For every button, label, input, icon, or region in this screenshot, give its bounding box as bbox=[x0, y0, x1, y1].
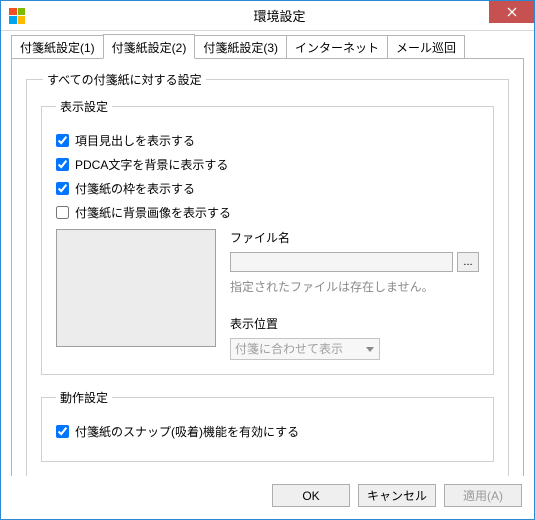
close-button[interactable] bbox=[489, 1, 534, 23]
check-show-heading-label: 項目見出しを表示する bbox=[75, 132, 195, 149]
tab-fusen-1[interactable]: 付箋紙設定(1) bbox=[11, 35, 104, 59]
check-bg-image-input[interactable] bbox=[56, 206, 69, 219]
check-pdca-bg[interactable]: PDCA文字を背景に表示する bbox=[56, 156, 479, 173]
ok-button[interactable]: OK bbox=[272, 484, 350, 507]
check-show-frame[interactable]: 付箋紙の枠を表示する bbox=[56, 180, 479, 197]
check-bg-image[interactable]: 付箋紙に背景画像を表示する bbox=[56, 204, 479, 221]
tab-mail[interactable]: メール巡回 bbox=[387, 35, 465, 59]
behavior-settings-title: 動作設定 bbox=[56, 389, 112, 406]
check-snap-label: 付箋紙のスナップ(吸着)機能を有効にする bbox=[75, 423, 299, 440]
check-snap-input[interactable] bbox=[56, 425, 69, 438]
position-label: 表示位置 bbox=[230, 315, 479, 332]
check-show-frame-label: 付箋紙の枠を表示する bbox=[75, 180, 195, 197]
tab-strip: 付箋紙設定(1) 付箋紙設定(2) 付箋紙設定(3) インターネット メール巡回 bbox=[11, 37, 524, 59]
browse-button[interactable]: ... bbox=[457, 252, 479, 272]
check-show-heading-input[interactable] bbox=[56, 134, 69, 147]
tab-internet[interactable]: インターネット bbox=[286, 35, 388, 59]
client-area: 付箋紙設定(1) 付箋紙設定(2) 付箋紙設定(3) インターネット メール巡回… bbox=[1, 31, 534, 476]
all-fusen-group-title: すべての付箋紙に対する設定 bbox=[43, 71, 206, 88]
file-name-input[interactable] bbox=[230, 252, 453, 272]
close-icon bbox=[507, 7, 517, 17]
tab-fusen-3[interactable]: 付箋紙設定(3) bbox=[194, 35, 287, 59]
apply-button[interactable]: 適用(A) bbox=[444, 484, 522, 507]
display-settings-group: 表示設定 項目見出しを表示する PDCA文字を背景に表示する 付箋紙の枠を表示す… bbox=[41, 98, 494, 375]
bg-image-preview bbox=[56, 229, 216, 347]
all-fusen-group: すべての付箋紙に対する設定 表示設定 項目見出しを表示する PDCA文字を背景に… bbox=[26, 71, 509, 476]
check-show-heading[interactable]: 項目見出しを表示する bbox=[56, 132, 479, 149]
file-name-label: ファイル名 bbox=[230, 229, 479, 246]
check-bg-image-label: 付箋紙に背景画像を表示する bbox=[75, 204, 231, 221]
bg-image-section: ファイル名 ... 指定されたファイルは存在しません。 表示位置 付箋に合わせて… bbox=[56, 229, 479, 360]
cancel-button[interactable]: キャンセル bbox=[358, 484, 436, 507]
file-hint: 指定されたファイルは存在しません。 bbox=[230, 278, 479, 295]
behavior-settings-group: 動作設定 付箋紙のスナップ(吸着)機能を有効にする bbox=[41, 389, 494, 462]
window-title: 環境設定 bbox=[25, 6, 534, 25]
bg-image-controls: ファイル名 ... 指定されたファイルは存在しません。 表示位置 付箋に合わせて… bbox=[230, 229, 479, 360]
position-select-wrap: 付箋に合わせて表示 bbox=[230, 338, 380, 360]
tab-panel: すべての付箋紙に対する設定 表示設定 項目見出しを表示する PDCA文字を背景に… bbox=[11, 58, 524, 476]
check-show-frame-input[interactable] bbox=[56, 182, 69, 195]
check-pdca-bg-label: PDCA文字を背景に表示する bbox=[75, 156, 228, 173]
app-icon bbox=[9, 8, 25, 24]
position-select[interactable]: 付箋に合わせて表示 bbox=[230, 338, 380, 360]
check-pdca-bg-input[interactable] bbox=[56, 158, 69, 171]
file-row: ... bbox=[230, 252, 479, 272]
check-snap[interactable]: 付箋紙のスナップ(吸着)機能を有効にする bbox=[56, 423, 479, 440]
titlebar: 環境設定 bbox=[1, 1, 534, 31]
dialog-button-row: OK キャンセル 適用(A) bbox=[1, 476, 534, 519]
tab-fusen-2[interactable]: 付箋紙設定(2) bbox=[103, 34, 196, 59]
display-settings-title: 表示設定 bbox=[56, 98, 112, 115]
dialog-window: 環境設定 付箋紙設定(1) 付箋紙設定(2) 付箋紙設定(3) インターネット … bbox=[0, 0, 535, 520]
